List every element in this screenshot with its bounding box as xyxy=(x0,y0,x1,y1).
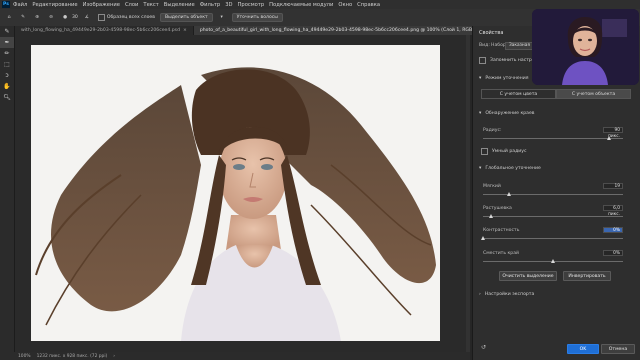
mode-object-button[interactable]: С учетом объекта xyxy=(556,89,631,99)
menu-bar: Ps Файл Редактирование Изображение Слои … xyxy=(0,0,640,9)
angle-icon[interactable]: ∡ xyxy=(82,13,92,23)
menu-window[interactable]: Окно xyxy=(338,2,352,8)
chevron-right-icon[interactable]: › xyxy=(113,354,115,359)
shift-edge-value[interactable]: 0% xyxy=(603,250,623,256)
menu-plugins[interactable]: Подключаемые модули xyxy=(269,2,333,8)
presenter-video xyxy=(532,9,639,85)
refine-mode-toggle: С учетом цвета С учетом объекта xyxy=(481,89,631,99)
document-size: 1232 пикс. x 928 пикс. (72 ppi) xyxy=(36,353,108,359)
document-image[interactable] xyxy=(31,45,440,341)
select-subject-button[interactable]: Выделить объект xyxy=(159,13,213,22)
photoshop-logo: Ps xyxy=(2,1,10,8)
quick-selection-tool-icon[interactable]: ✎ xyxy=(0,26,14,37)
menu-edit[interactable]: Редактирование xyxy=(32,2,77,8)
brush-tool-icon[interactable]: ✏ xyxy=(0,48,14,59)
smooth-value[interactable]: 19 xyxy=(603,183,623,189)
sample-all-layers-checkbox[interactable] xyxy=(97,14,105,21)
menu-filter[interactable]: Фильтр xyxy=(200,2,221,8)
feather-value[interactable]: 6,0 пикс. xyxy=(603,205,623,217)
brush-preview-icon[interactable]: ● xyxy=(60,13,70,23)
chevron-down-icon[interactable]: ▾ xyxy=(217,13,227,23)
slider-thumb[interactable] xyxy=(480,236,485,240)
smart-radius-checkbox[interactable] xyxy=(481,148,488,155)
radius-value[interactable]: 90 пикс. xyxy=(603,127,623,139)
brush-size-value[interactable]: 30 xyxy=(72,15,78,20)
refine-hair-button[interactable]: Уточнить волосы xyxy=(231,13,283,22)
menu-view[interactable]: Просмотр xyxy=(238,2,265,8)
vertical-scrollbar[interactable] xyxy=(466,35,470,352)
object-selection-tool-icon[interactable]: ⬚ xyxy=(0,59,14,70)
smooth-slider[interactable] xyxy=(483,192,623,196)
add-mode-icon[interactable]: ⊕ xyxy=(32,13,42,23)
contrast-value[interactable]: 0% xyxy=(603,227,623,233)
panel-title: Свойства xyxy=(479,30,504,36)
invert-button[interactable]: Инвертировать xyxy=(563,271,611,281)
close-icon[interactable]: × xyxy=(183,28,187,33)
reset-icon[interactable]: ↺ xyxy=(481,344,486,351)
feather-label: Растушевка xyxy=(483,206,512,211)
shift-edge-slider[interactable] xyxy=(483,259,623,263)
refine-mode-label: Режим уточнения xyxy=(485,76,529,81)
menu-type[interactable]: Текст xyxy=(143,2,158,8)
contrast-slider[interactable] xyxy=(480,236,623,240)
tab-label: photo_of_a_beautiful_girl_with_long_flow… xyxy=(199,28,481,33)
smart-radius-label: Умный радиус xyxy=(492,149,527,154)
zoom-level[interactable]: 100% xyxy=(18,354,31,359)
edge-detection-label: Обнаружение краев xyxy=(485,111,535,116)
menu-layers[interactable]: Слои xyxy=(125,2,138,8)
preset-select[interactable]: Заказная xyxy=(505,42,534,50)
chevron-down-icon[interactable]: ▾ xyxy=(479,76,481,81)
lasso-tool-icon[interactable]: ↄ xyxy=(0,70,14,81)
shift-edge-label: Сместить край xyxy=(483,251,520,256)
zoom-tool-icon[interactable]: 🔍︎ xyxy=(0,92,14,103)
tab-label: with_long_flowing_ha_49449e29-2b03-4598-… xyxy=(21,28,180,33)
output-settings-label: Настройки экспорта xyxy=(484,292,535,297)
radius-slider[interactable] xyxy=(483,136,623,140)
global-refinements-label: Глобальное уточнение xyxy=(485,166,541,171)
remember-settings-checkbox[interactable] xyxy=(479,57,486,64)
chevron-right-icon[interactable]: › xyxy=(479,292,481,297)
menu-3d[interactable]: 3D xyxy=(225,2,232,8)
global-refinements-section[interactable]: ▾ Глобальное уточнение xyxy=(479,166,637,171)
edge-detection-section[interactable]: ▾ Обнаружение краев xyxy=(479,111,637,116)
clear-selection-button[interactable]: Очистить выделение xyxy=(499,271,557,281)
document-tabs: with_long_flowing_ha_49449e29-2b03-4598-… xyxy=(15,26,495,35)
brush-tool-icon[interactable]: ✎ xyxy=(18,13,28,23)
status-bar: 100% 1232 пикс. x 928 пикс. (72 ppi) › xyxy=(0,352,470,360)
menu-image[interactable]: Изображение xyxy=(83,2,120,8)
contrast-label: Контрастность xyxy=(483,228,520,233)
subtract-mode-icon[interactable]: ⊖ xyxy=(46,13,56,23)
radius-label: Радиус: xyxy=(483,128,502,133)
slider-thumb[interactable] xyxy=(488,214,493,218)
refine-edge-brush-icon[interactable]: ✒ xyxy=(0,37,14,48)
menu-file[interactable]: Файл xyxy=(13,2,27,8)
hand-tool-icon[interactable]: ✋ xyxy=(0,81,14,92)
mode-color-button[interactable]: С учетом цвета xyxy=(481,89,556,99)
tool-bar: ✎ ✒ ✏ ⬚ ↄ ✋ 🔍︎ xyxy=(0,26,15,352)
tab-psd[interactable]: with_long_flowing_ha_49449e29-2b03-4598-… xyxy=(15,26,194,35)
slider-thumb[interactable] xyxy=(507,192,512,196)
ok-button[interactable]: OK xyxy=(567,344,599,354)
home-icon[interactable]: ⌂ xyxy=(4,13,14,23)
chevron-down-icon[interactable]: ▾ xyxy=(479,166,481,171)
output-settings-section[interactable]: › Настройки экспорта xyxy=(479,292,637,297)
portrait-photo xyxy=(31,45,440,341)
canvas-area[interactable] xyxy=(15,35,470,352)
cancel-button[interactable]: Отмена xyxy=(601,344,635,354)
tab-png[interactable]: photo_of_a_beautiful_girl_with_long_flow… xyxy=(193,26,495,35)
chevron-down-icon[interactable]: ▾ xyxy=(479,111,481,116)
smart-radius-row[interactable]: Умный радиус xyxy=(481,148,639,155)
slider-thumb[interactable] xyxy=(550,259,555,263)
sample-all-layers-label: Образец всех слоев xyxy=(106,15,155,20)
slider-thumb[interactable] xyxy=(606,136,611,140)
view-label: Вид: xyxy=(479,43,490,48)
menu-select[interactable]: Выделение xyxy=(164,2,195,8)
webcam-overlay xyxy=(532,9,639,85)
feather-slider[interactable] xyxy=(483,214,623,218)
menu-help[interactable]: Справка xyxy=(357,2,380,8)
smooth-label: Мягкий xyxy=(483,184,501,189)
